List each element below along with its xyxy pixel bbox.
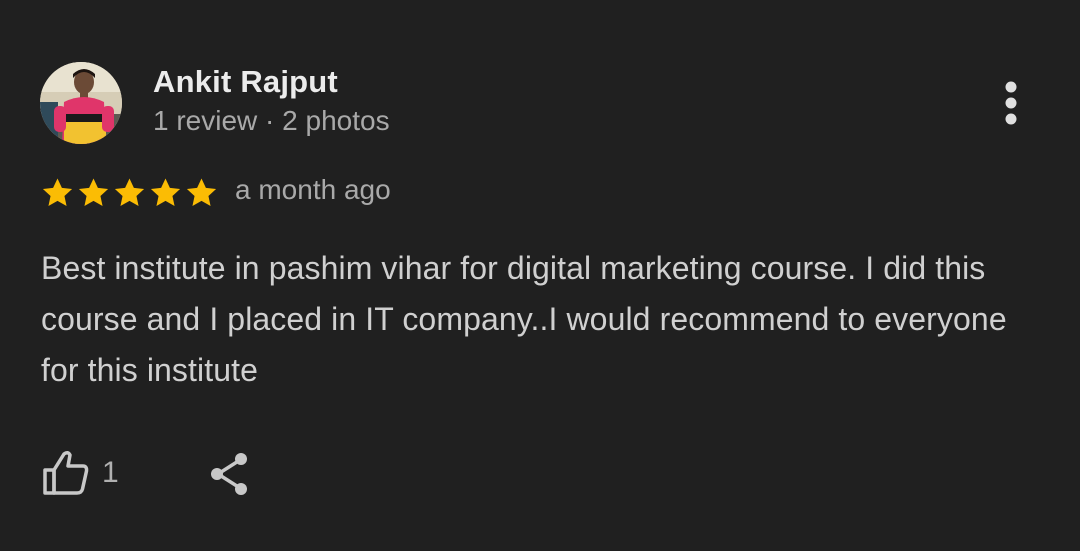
- share-button[interactable]: [207, 451, 253, 497]
- like-button[interactable]: 1: [42, 449, 119, 497]
- star-rating: [40, 176, 219, 210]
- star-icon: [114, 178, 145, 207]
- review-time: a month ago: [235, 174, 391, 205]
- more-options-button[interactable]: [990, 78, 1032, 130]
- more-vertical-icon: [1005, 81, 1017, 125]
- avatar-photo: [40, 62, 122, 144]
- star-icon: [150, 178, 181, 207]
- star-icon: [78, 178, 109, 207]
- review-text: Best institute in pashim vihar for digit…: [41, 250, 1007, 388]
- star-icon: [186, 178, 217, 207]
- like-count: 1: [102, 456, 119, 489]
- author-meta: 1 review · 2 photos: [153, 105, 390, 136]
- avatar[interactable]: [40, 62, 122, 144]
- share-icon: [211, 453, 247, 495]
- star-icon: [42, 178, 73, 207]
- review-card: Ankit Rajput 1 review · 2 photos a month…: [0, 0, 1080, 551]
- thumbs-up-icon: [43, 450, 89, 495]
- author-name[interactable]: Ankit Rajput: [153, 64, 338, 100]
